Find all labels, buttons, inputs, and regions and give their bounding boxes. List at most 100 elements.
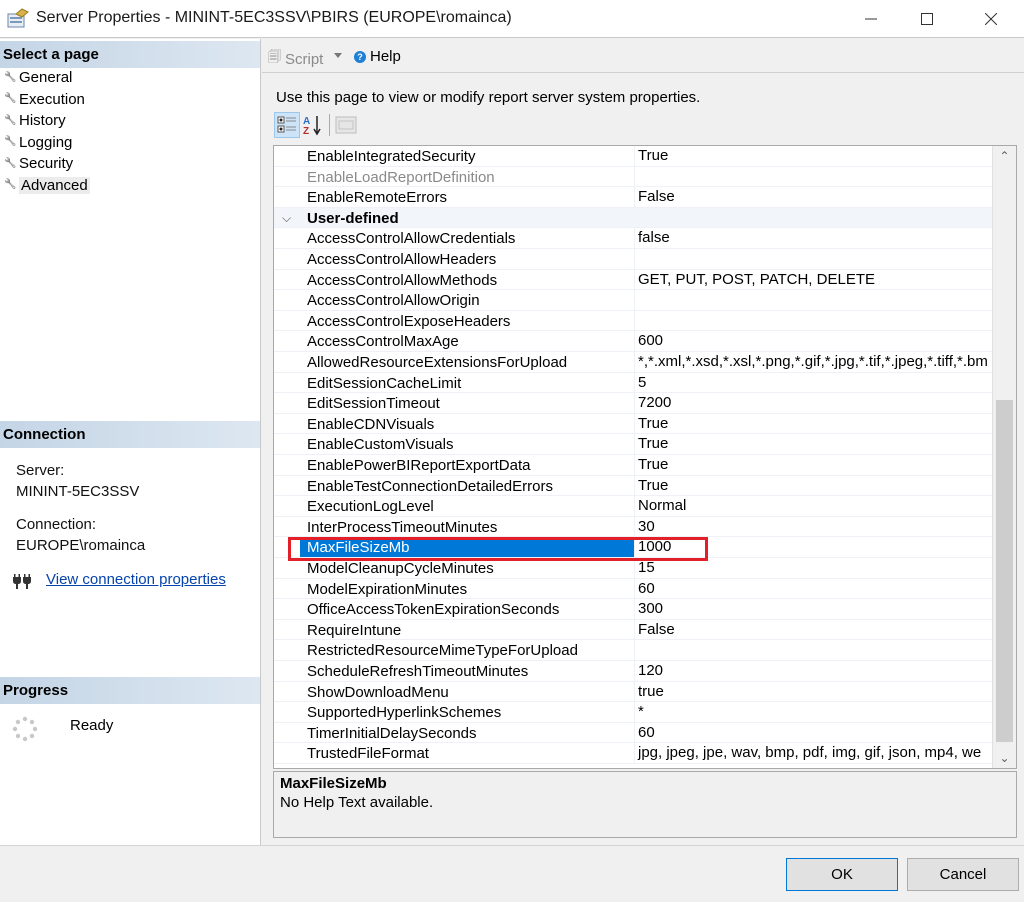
property-row[interactable]: RequireIntune False [274,619,992,641]
close-button[interactable] [968,0,1014,38]
property-value[interactable]: 5 [634,372,992,393]
property-value[interactable]: True [634,434,992,454]
property-value[interactable]: jpg, jpeg, jpe, wav, bmp, pdf, img, gif,… [634,743,992,763]
property-value[interactable]: True [634,475,992,496]
connection-value: EUROPE\romainca [16,537,146,554]
property-name: User-defined [307,209,399,227]
property-value[interactable]: true [634,681,992,702]
property-name: EnablePowerBIReportExportData [307,457,531,474]
property-row[interactable]: InterProcessTimeoutMinutes 30 [274,516,992,538]
sidebar-item-security[interactable]: 🔧 Security [4,153,73,174]
property-value[interactable]: 120 [634,661,992,681]
property-value[interactable] [634,290,992,310]
property-row[interactable]: AllowedResourceExtensionsForUpload *,*.xm… [274,352,992,373]
property-name: EditSessionCacheLimit [307,374,462,392]
property-value[interactable]: 7200 [634,393,992,413]
property-value[interactable]: * [634,702,992,722]
property-row[interactable]: ShowDownloadMenu true [274,681,992,703]
property-value[interactable]: False [634,619,992,640]
property-row[interactable]: TrustedFileFormat jpg, jpeg, jpe, wav, bm… [274,743,992,764]
scroll-down-chevron-icon[interactable]: ⌄ [993,748,1016,768]
property-row[interactable]: SupportedHyperlinkSchemes * [274,702,992,723]
scrollbar-thumb[interactable] [996,400,1013,742]
property-value[interactable]: True [634,146,992,166]
property-row[interactable]: AccessControlAllowHeaders [274,249,992,270]
property-value[interactable] [634,249,992,269]
property-name: AccessControlMaxAge [307,333,459,351]
category-row[interactable]: ⌵ User-defined [274,207,992,229]
categorized-icon [277,116,296,133]
cancel-button[interactable]: Cancel [907,858,1019,891]
script-label: Script [285,50,324,68]
property-value[interactable]: Normal [634,496,992,516]
view-connection-properties-link[interactable]: View connection properties [46,571,226,588]
property-pages-button[interactable] [333,112,359,138]
property-row[interactable]: ModelCleanupCycleMinutes 15 [274,558,992,579]
sidebar-item-history[interactable]: 🔧 History [4,110,66,131]
property-value[interactable] [634,640,992,660]
property-value[interactable] [634,310,992,331]
property-name: AccessControlAllowOrigin [307,292,480,310]
property-value[interactable]: 60 [634,578,992,599]
alphabetical-button[interactable]: A Z [300,112,326,138]
property-row[interactable]: TimerInitialDelaySeconds 60 [274,722,992,744]
property-name: AllowedResourceExtensionsForUpload [307,354,568,371]
wrench-icon: 🔧 [4,71,17,83]
property-value[interactable] [634,166,992,187]
property-name: EnableCustomVisuals [307,436,454,454]
property-value[interactable]: False [634,187,992,207]
property-row[interactable]: EnableRemoteErrors False [274,187,992,208]
property-value[interactable]: 300 [634,599,992,619]
property-row[interactable]: EnableTestConnectionDetailedErrors True [274,475,992,497]
help-button[interactable]: ? Help [354,48,401,65]
property-row[interactable]: AccessControlMaxAge 600 [274,331,992,352]
sidebar-item-advanced[interactable]: 🔧 Advanced [4,175,90,196]
property-value[interactable]: True [634,455,992,475]
property-row[interactable]: AccessControlExposeHeaders [274,310,992,332]
property-row[interactable]: EnablePowerBIReportExportData True [274,455,992,476]
property-row[interactable]: EnableCDNVisuals True [274,413,992,435]
property-name: ScheduleRefreshTimeoutMinutes [307,663,529,680]
property-row[interactable]: OfficeAccessTokenExpirationSeconds 300 [274,599,992,620]
property-row[interactable]: EditSessionCacheLimit 5 [274,372,992,394]
property-name: ShowDownloadMenu [307,683,449,701]
property-name: TrustedFileFormat [307,745,429,763]
property-row[interactable]: ModelExpirationMinutes 60 [274,578,992,600]
property-row[interactable]: EnableCustomVisuals True [274,434,992,455]
minimize-icon [865,18,877,20]
wrench-icon: 🔧 [4,93,17,104]
property-row[interactable]: AccessControlAllowMethods GET, PUT, POST,… [274,269,992,291]
property-row[interactable]: ExecutionLogLevel Normal [274,496,992,517]
property-row[interactable]: RestrictedResourceMimeTypeForUpload [274,640,992,661]
property-grid: EnableIntegratedSecurity True EnableLoadRe… [273,145,1017,769]
property-row[interactable]: AccessControlAllowOrigin [274,290,992,311]
dialog-footer: OK Cancel [0,845,1024,902]
sidebar-item-label: Logging [19,133,73,151]
sidebar-item-logging[interactable]: 🔧 Logging [4,132,72,153]
scroll-up-chevron-icon[interactable]: ⌃ [993,146,1016,166]
property-row[interactable]: EditSessionTimeout 7200 [274,393,992,414]
vertical-scrollbar[interactable]: ⌃ ⌄ [992,146,1016,768]
property-value[interactable]: false [634,228,992,248]
minimize-button[interactable] [848,0,894,38]
property-value[interactable]: True [634,413,992,434]
script-button[interactable]: 🗐 Script [268,48,323,70]
property-value[interactable]: 600 [634,331,992,351]
property-row[interactable]: ScheduleRefreshTimeoutMinutes 120 [274,661,992,682]
maximize-button[interactable] [904,0,950,38]
property-row[interactable]: EnableIntegratedSecurity True [274,146,992,167]
property-value[interactable]: *,*.xml,*.xsd,*.xsl,*.png,*.gif,*.jpg,*.… [634,352,992,372]
property-name: SupportedHyperlinkSchemes [307,704,502,722]
property-value[interactable]: 60 [634,722,992,743]
categorized-button[interactable] [274,112,300,138]
sidebar-item-execution[interactable]: 🔧 Execution [4,89,85,110]
red-highlight-annotation [288,537,708,561]
property-value[interactable]: GET, PUT, POST, PATCH, DELETE [634,269,992,290]
property-row[interactable]: EnableLoadReportDefinition [274,166,992,188]
property-row[interactable]: AccessControlAllowCredentials false [274,228,992,249]
collapse-chevron-icon[interactable]: ⌵ [282,211,291,226]
property-value[interactable]: 30 [634,516,992,537]
script-dropdown-caret-icon[interactable] [334,53,342,58]
ok-button[interactable]: OK [786,858,898,891]
sidebar-item-general[interactable]: 🔧 General [4,67,72,88]
